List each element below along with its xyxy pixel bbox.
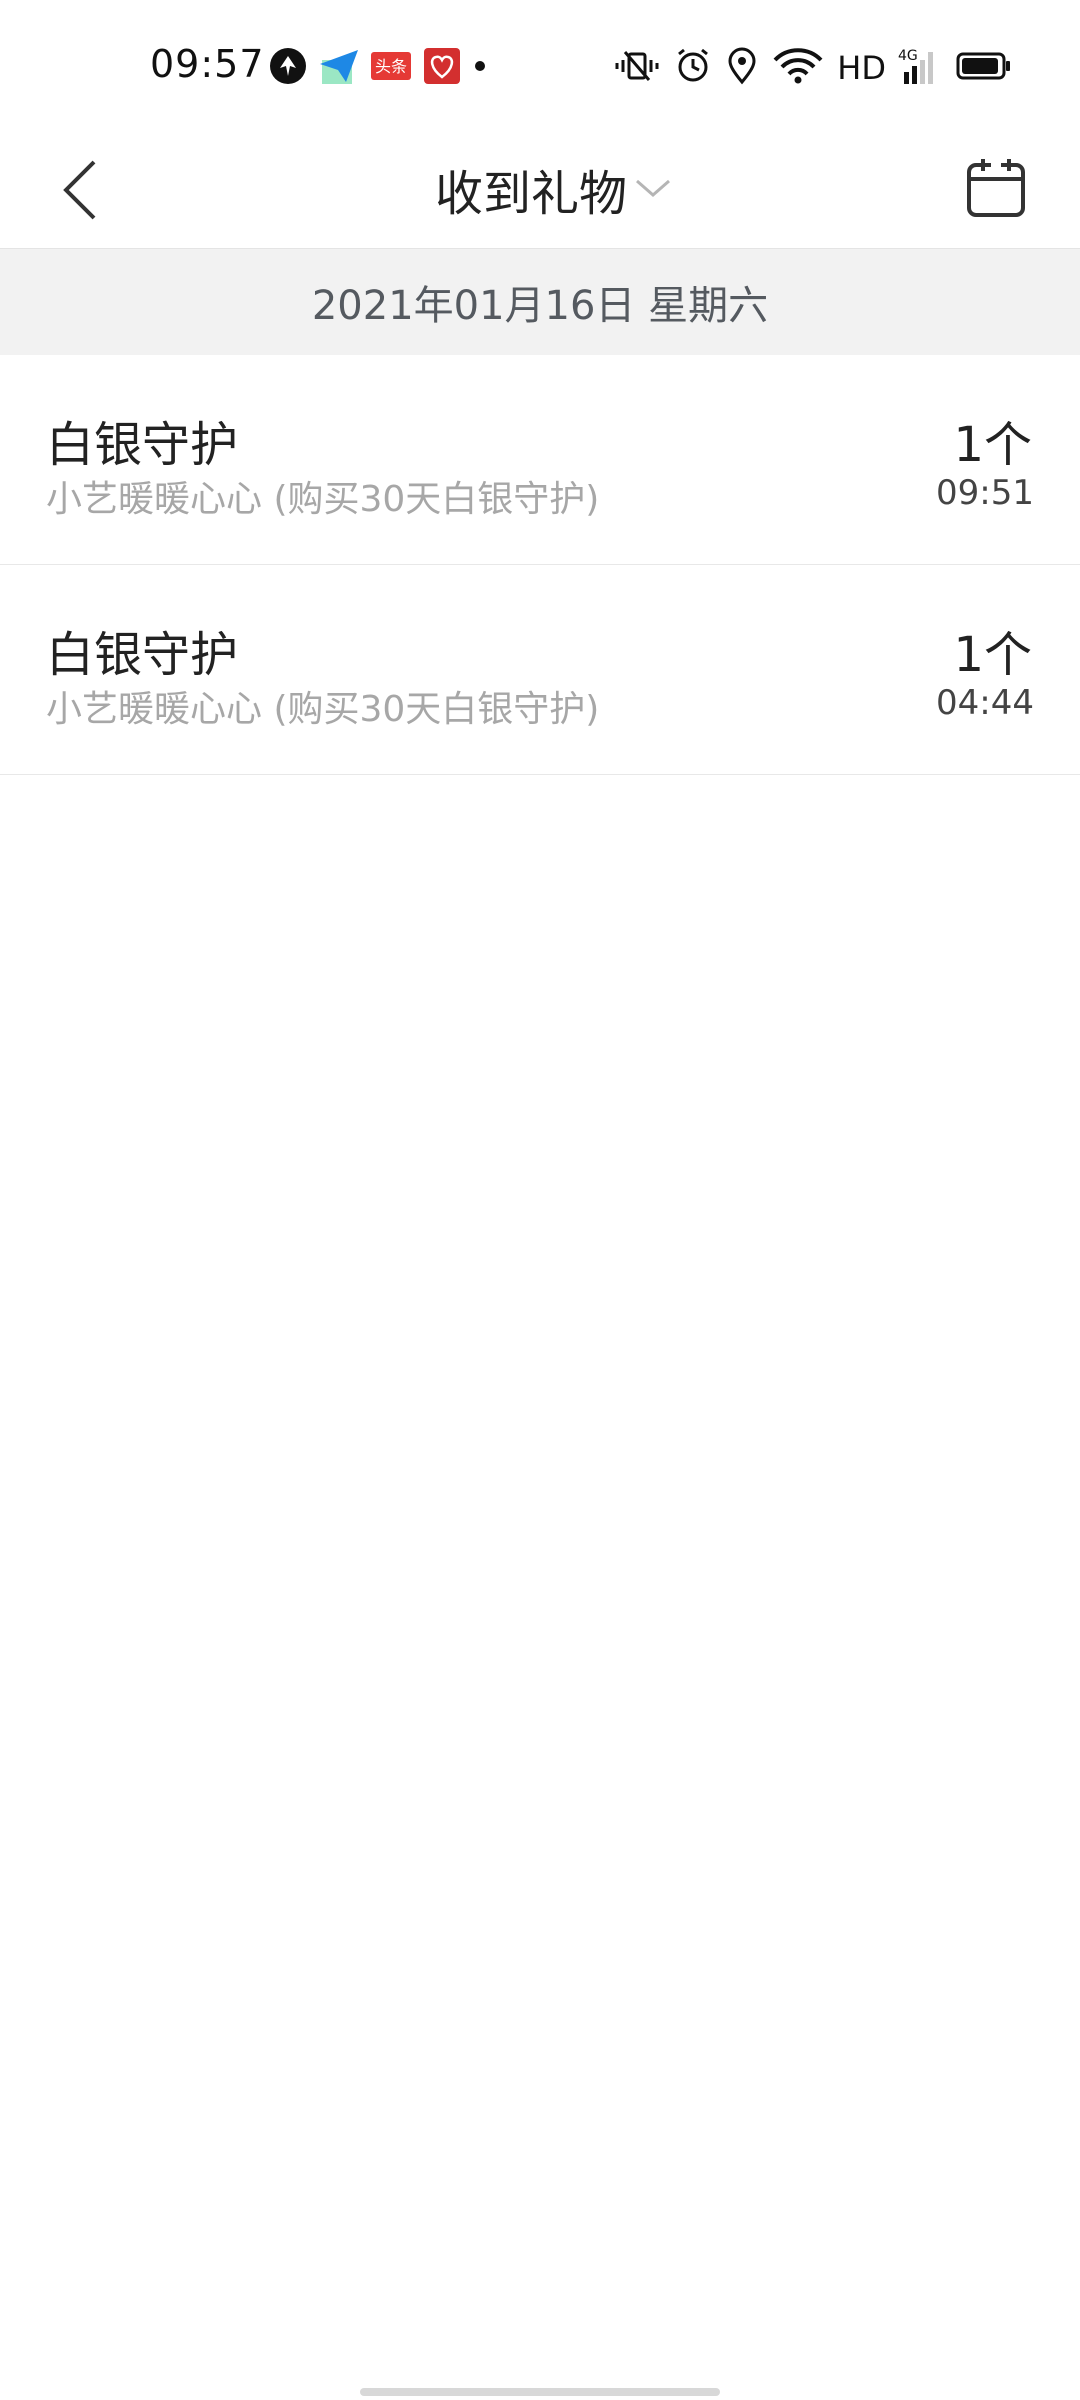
- wifi-icon: [771, 46, 825, 90]
- send-icon: [318, 46, 360, 90]
- vibrate-icon: [613, 46, 661, 90]
- gift-list: 白银守护 小艺暖暖心心 (购买30天白银守护) 1个 09:51 白银守护 小艺…: [0, 355, 1080, 775]
- gift-detail: 小艺暖暖心心 (购买30天白银守护): [46, 689, 600, 730]
- battery-icon: [956, 46, 1012, 90]
- gift-name: 白银守护: [46, 627, 239, 683]
- list-item[interactable]: 白银守护 小艺暖暖心心 (购买30天白银守护) 1个 09:51: [0, 355, 1080, 565]
- chevron-down-icon: [636, 179, 670, 197]
- notification-icons: 头条: [268, 46, 488, 90]
- status-right: HD 4G: [613, 46, 1012, 90]
- location-icon: [725, 46, 759, 90]
- gift-time: 04:44: [936, 683, 1034, 723]
- svg-text:头条: 头条: [375, 57, 407, 76]
- app-icon-black: [268, 46, 308, 90]
- date-label: 2021年01月16日 星期六: [311, 283, 769, 329]
- home-indicator[interactable]: [360, 2388, 720, 2396]
- gift-count: 1个: [953, 417, 1032, 473]
- top-nav-bar: 收到礼物: [0, 130, 1080, 249]
- gift-name: 白银守护: [46, 417, 239, 473]
- title-dropdown[interactable]: 收到礼物: [0, 130, 1080, 248]
- status-bar: 09:57 头条 HD 4G: [0, 0, 1080, 130]
- status-time: 09:57: [150, 42, 265, 86]
- signal-icon: 4G: [898, 46, 944, 90]
- calendar-button[interactable]: [956, 148, 1036, 228]
- gift-time: 09:51: [936, 473, 1034, 513]
- gift-detail: 小艺暖暖心心 (购买30天白银守护): [46, 479, 600, 520]
- hd-label: HD: [837, 49, 886, 87]
- alarm-icon: [673, 46, 713, 90]
- calendar-icon: [967, 159, 1025, 217]
- gift-count: 1个: [953, 627, 1032, 683]
- toutiao-icon: 头条: [370, 46, 412, 90]
- page-title: 收到礼物: [434, 166, 627, 222]
- more-dot-icon: [472, 46, 488, 90]
- svg-text:4G: 4G: [898, 48, 918, 64]
- gift-app-icon: [422, 46, 462, 90]
- list-item[interactable]: 白银守护 小艺暖暖心心 (购买30天白银守护) 1个 04:44: [0, 565, 1080, 775]
- date-section-header: 2021年01月16日 星期六: [0, 249, 1080, 355]
